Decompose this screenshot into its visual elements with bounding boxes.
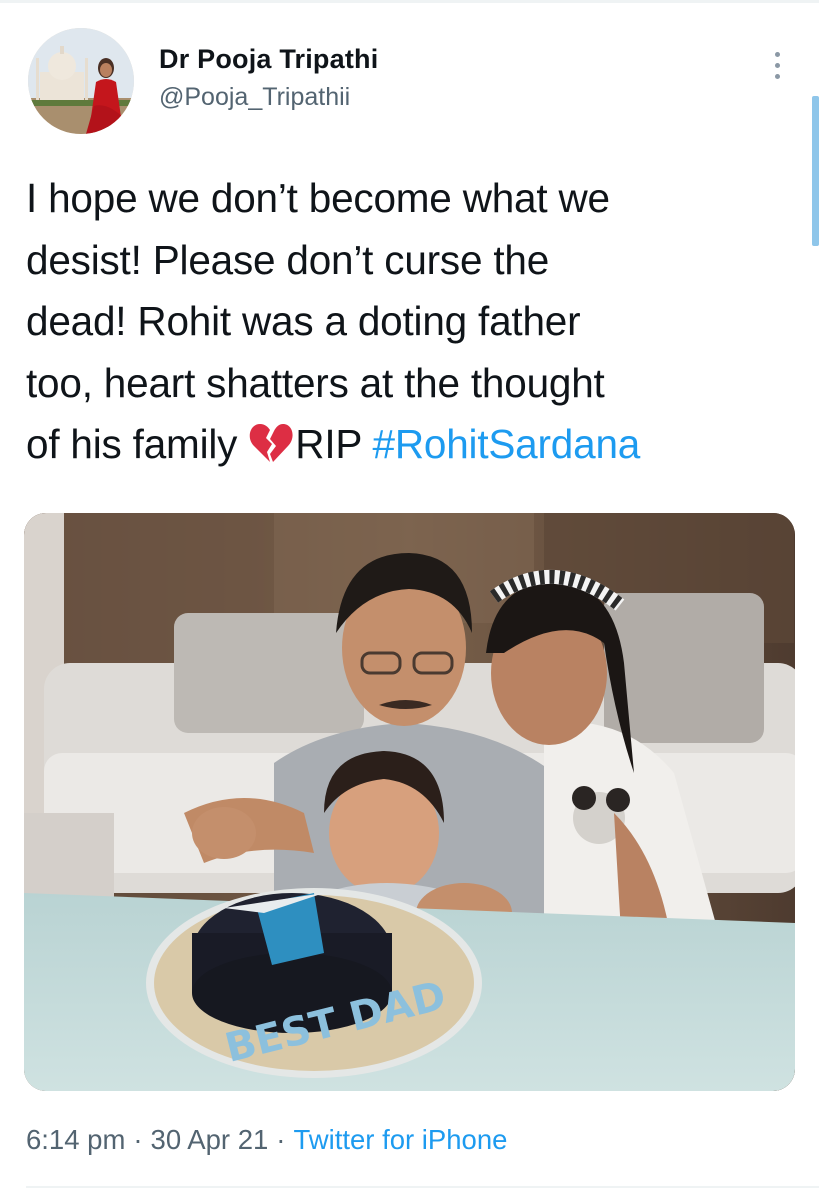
- tweet-line-prefix: of his family: [26, 421, 249, 467]
- author-display-name[interactable]: Dr Pooja Tripathi: [159, 42, 378, 76]
- tweet-line: dead! Rohit was a doting father: [26, 298, 581, 344]
- avatar-image: [28, 28, 134, 134]
- broken-heart-icon: [250, 424, 293, 462]
- tweet-time[interactable]: 6:14 pm: [26, 1124, 125, 1155]
- more-options-button[interactable]: [766, 46, 790, 86]
- photo-image: BEST DAD: [24, 513, 795, 1091]
- scrollbar-thumb[interactable]: [812, 96, 819, 246]
- avatar[interactable]: [28, 28, 134, 134]
- bottom-divider: [26, 1186, 819, 1188]
- tweet-header: Dr Pooja Tripathi @Pooja_Tripathii: [28, 28, 798, 138]
- author-handle[interactable]: @Pooja_Tripathii: [159, 80, 378, 114]
- meta-separator: ·: [133, 1124, 143, 1155]
- tweet-line-suffix: RIP: [295, 421, 373, 467]
- meta-separator: ·: [276, 1124, 286, 1155]
- tweet-photo[interactable]: BEST DAD: [24, 513, 795, 1091]
- more-vertical-icon: [775, 52, 780, 57]
- tweet-line: desist! Please don’t curse the: [26, 236, 550, 283]
- top-divider: [0, 0, 819, 3]
- tweet-line: I hope we don’t become what we: [26, 175, 610, 221]
- tweet-source-link[interactable]: Twitter for iPhone: [293, 1124, 507, 1155]
- tweet-meta: 6:14 pm · 30 Apr 21 · Twitter for iPhone: [26, 1120, 507, 1160]
- tweet-line-last: of his family RIP #RohitSardana: [26, 414, 796, 476]
- tweet-text: I hope we don’t become what we desist! P…: [26, 168, 796, 476]
- tweet-date[interactable]: 30 Apr 21: [151, 1124, 269, 1155]
- hashtag-link[interactable]: #RohitSardana: [373, 421, 641, 467]
- tweet-line: too, heart shatters at the thought: [26, 359, 605, 406]
